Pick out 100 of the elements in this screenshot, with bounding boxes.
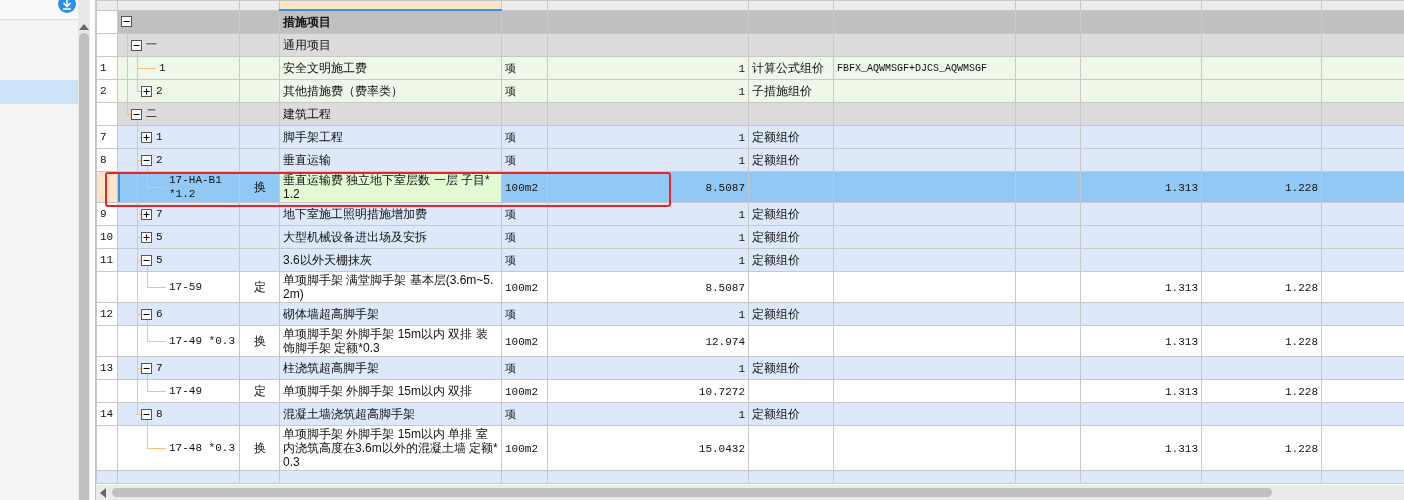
tree-toggle[interactable] bbox=[141, 308, 152, 320]
column-header[interactable] bbox=[1015, 0, 1081, 10]
column-header[interactable] bbox=[1201, 0, 1322, 10]
pricing-method: 定额组价 bbox=[752, 230, 800, 244]
item-code: 7 bbox=[156, 207, 163, 221]
item-name: 混凝土墙浇筑超高脚手架 bbox=[283, 407, 415, 421]
item-code: 一 bbox=[146, 38, 157, 52]
column-header[interactable] bbox=[833, 0, 1016, 10]
column-header[interactable] bbox=[1321, 0, 1404, 10]
item-code: 17-49 bbox=[169, 384, 202, 398]
tree-toggle[interactable] bbox=[131, 39, 142, 51]
item-name: 措施项目 bbox=[283, 15, 331, 29]
quantity: 1 bbox=[738, 408, 745, 421]
column-header[interactable] bbox=[279, 0, 502, 10]
scroll-up-icon[interactable] bbox=[79, 24, 89, 30]
pricing-method: 定额组价 bbox=[752, 153, 800, 167]
tree-toggle[interactable] bbox=[141, 231, 152, 243]
item-unit: 100m2 bbox=[505, 281, 538, 294]
item-name: 单项脚手架 外脚手架 15m以内 双排 bbox=[283, 384, 473, 398]
quantity: 1 bbox=[738, 362, 745, 375]
tree-toggle[interactable] bbox=[141, 85, 152, 97]
quantity: 1 bbox=[738, 254, 745, 267]
pricing-method: 定额组价 bbox=[752, 253, 800, 267]
item-code: 1 bbox=[156, 130, 163, 144]
item-name: 脚手架工程 bbox=[283, 130, 343, 144]
tree-toggle[interactable] bbox=[141, 131, 152, 143]
quantity: 12.974 bbox=[705, 335, 745, 348]
pricing-method: 子措施组价 bbox=[752, 84, 812, 98]
item-unit: 项 bbox=[505, 231, 516, 244]
item-code: 二 bbox=[146, 107, 157, 121]
horizontal-scrollbar[interactable] bbox=[96, 485, 1404, 500]
column-header[interactable] bbox=[501, 0, 548, 10]
row-number: 13 bbox=[96, 356, 118, 380]
tree-toggle[interactable] bbox=[141, 154, 152, 166]
item-name: 大型机械设备进出场及安拆 bbox=[283, 230, 427, 244]
row-number: 8 bbox=[96, 148, 118, 172]
machine-index: 1.228 bbox=[1285, 385, 1318, 398]
column-header[interactable] bbox=[748, 0, 834, 10]
calculation-base: FBFX_AQWMSGF+DJCS_AQWMSGF bbox=[837, 63, 988, 74]
column-header[interactable] bbox=[96, 0, 118, 10]
column-header[interactable] bbox=[117, 0, 240, 10]
tree-toggle[interactable] bbox=[121, 16, 132, 28]
item-name: 柱浇筑超高脚手架 bbox=[283, 361, 379, 375]
scroll-thumb[interactable] bbox=[112, 488, 1272, 497]
item-unit: 项 bbox=[505, 62, 516, 75]
item-code: 7 bbox=[156, 361, 163, 375]
machine-index: 1.228 bbox=[1285, 335, 1318, 348]
row-number: 7 bbox=[96, 125, 118, 149]
vertical-scrollbar[interactable] bbox=[78, 0, 90, 500]
item-unit: 项 bbox=[505, 85, 516, 98]
labor-index: 1.313 bbox=[1165, 181, 1198, 194]
tree-toggle[interactable] bbox=[141, 362, 152, 374]
quantity: 10.7272 bbox=[698, 385, 745, 398]
item-name: 单项脚手架 满堂脚手架 基本层(3.6m~5.2m) bbox=[283, 273, 494, 301]
pricing-method: 定额组价 bbox=[752, 207, 800, 221]
tree-toggle[interactable] bbox=[141, 208, 152, 220]
item-unit: 100m2 bbox=[505, 335, 538, 348]
column-header[interactable] bbox=[1080, 0, 1202, 10]
scroll-thumb[interactable] bbox=[79, 33, 89, 500]
machine-index: 1.228 bbox=[1285, 442, 1318, 455]
labor-index: 1.313 bbox=[1165, 442, 1198, 455]
item-code: 2 bbox=[156, 84, 163, 98]
quantity: 1 bbox=[738, 308, 745, 321]
quantity: 8.5087 bbox=[705, 181, 745, 194]
row-number: 14 bbox=[96, 402, 118, 426]
item-unit: 项 bbox=[505, 362, 516, 375]
tree-toggle[interactable] bbox=[141, 254, 152, 266]
row-number: 10 bbox=[96, 225, 118, 249]
item-name: 单项脚手架 外脚手架 15m以内 单排 室内浇筑高度在3.6m以外的混凝土墙 定额*0.3 bbox=[283, 427, 498, 469]
item-code: 8 bbox=[156, 407, 163, 421]
download-icon[interactable] bbox=[58, 0, 76, 13]
item-name: 安全文明施工费 bbox=[283, 61, 367, 75]
row-number: 1 bbox=[96, 56, 118, 80]
scroll-left-icon[interactable] bbox=[100, 487, 106, 498]
item-code: 17-49 *0.3 bbox=[169, 334, 235, 348]
item-type: 定 bbox=[253, 280, 266, 294]
item-type: 换 bbox=[253, 334, 266, 348]
quantity: 1 bbox=[738, 154, 745, 167]
row-number: 2 bbox=[96, 79, 118, 103]
column-header[interactable] bbox=[239, 0, 280, 10]
item-unit: 项 bbox=[505, 408, 516, 421]
item-code: 5 bbox=[156, 230, 163, 244]
machine-index: 1.228 bbox=[1285, 281, 1318, 294]
quantity: 1 bbox=[738, 208, 745, 221]
item-code: 17-HA-B1 *1.2 bbox=[169, 173, 223, 201]
tree-toggle[interactable] bbox=[141, 408, 152, 420]
labor-index: 1.313 bbox=[1165, 385, 1198, 398]
row-number: 11 bbox=[96, 248, 118, 272]
pricing-method: 定额组价 bbox=[752, 130, 800, 144]
item-code: 2 bbox=[156, 153, 163, 167]
item-unit: 项 bbox=[505, 254, 516, 267]
pricing-method: 定额组价 bbox=[752, 307, 800, 321]
quantity: 8.5087 bbox=[705, 281, 745, 294]
column-header[interactable] bbox=[547, 0, 749, 10]
item-name: 通用项目 bbox=[283, 38, 331, 52]
item-unit: 100m2 bbox=[505, 442, 538, 455]
item-name: 砌体墙超高脚手架 bbox=[283, 307, 379, 321]
item-name: 地下室施工照明措施增加费 bbox=[283, 207, 427, 221]
tree-toggle[interactable] bbox=[131, 108, 142, 120]
item-name: 垂直运输费 独立地下室层数 一层 子目*1.2 bbox=[283, 173, 490, 201]
